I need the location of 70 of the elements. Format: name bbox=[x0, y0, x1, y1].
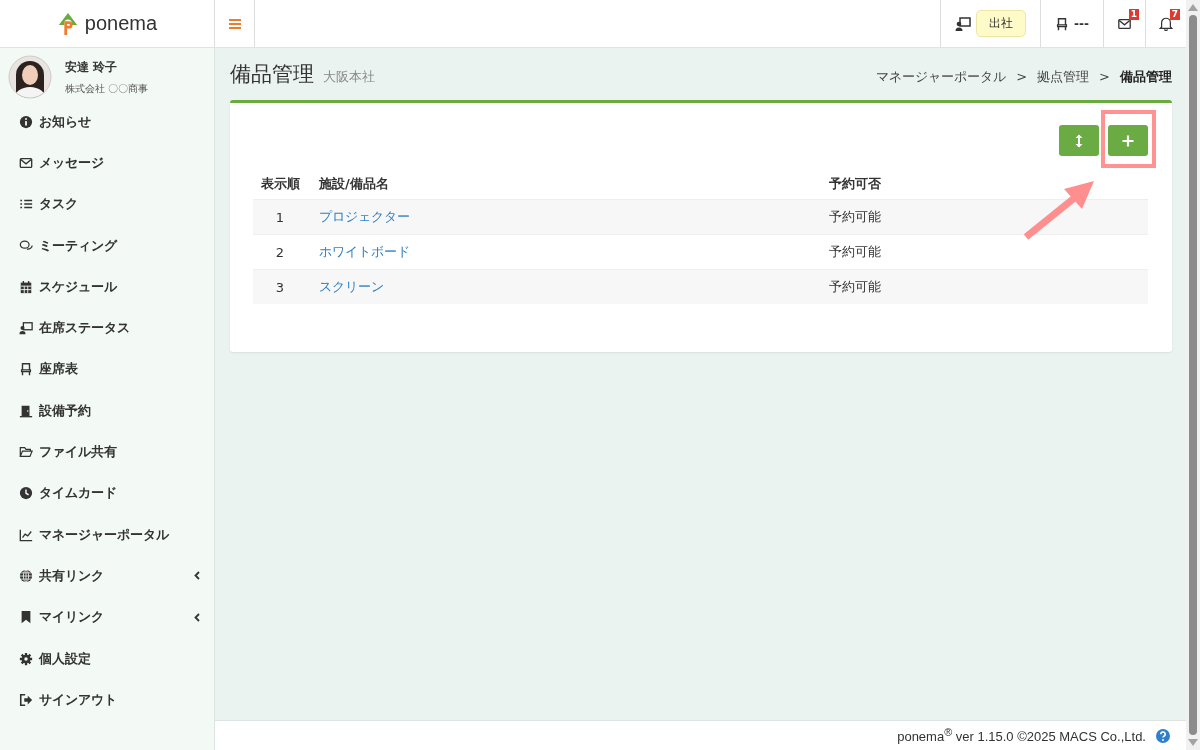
column-header: 予約可否 bbox=[821, 169, 1148, 200]
add-button[interactable] bbox=[1108, 125, 1148, 156]
breadcrumb-separator: > bbox=[1016, 69, 1028, 84]
envelope-icon[interactable] bbox=[1117, 16, 1132, 31]
logo-icon bbox=[56, 11, 79, 36]
scroll-up-icon[interactable] bbox=[1188, 4, 1198, 11]
sidebar-item[interactable]: マイリンク bbox=[0, 596, 214, 638]
attendance-status[interactable]: 出社 bbox=[976, 10, 1027, 37]
sidebar-item[interactable]: スケジュール bbox=[0, 266, 214, 308]
brand-name[interactable]: ponema bbox=[84, 12, 158, 35]
scrollbar[interactable] bbox=[1186, 0, 1200, 750]
user-name: 安達 玲子 bbox=[65, 58, 119, 76]
sidebar-item[interactable]: 個人設定 bbox=[0, 637, 214, 680]
chart-icon bbox=[19, 527, 33, 542]
unread-badge: 1 bbox=[1128, 9, 1139, 20]
copyright-text: ponema$^{®}$ ver 1.15.0 ©2025 MACS Co.,Ltd. bbox=[897, 726, 1146, 745]
person-board-icon bbox=[19, 321, 33, 336]
plus-icon bbox=[1122, 134, 1134, 147]
breadcrumb-link[interactable]: マネージャーポータル bbox=[876, 68, 1007, 86]
sidebar-item[interactable]: ミーティング bbox=[0, 224, 214, 267]
page-subtitle: 大阪本社 bbox=[323, 68, 375, 86]
table-cell: 3 bbox=[253, 269, 311, 304]
chair-icon bbox=[19, 362, 33, 377]
equipment-link[interactable]: プロジェクター bbox=[319, 209, 410, 224]
sort-button[interactable] bbox=[1059, 125, 1099, 156]
scrollbar-thumb[interactable] bbox=[1189, 15, 1197, 735]
globe-icon bbox=[19, 568, 33, 583]
page-title: 備品管理 bbox=[230, 61, 314, 88]
current-page-label: 備品管理 bbox=[1120, 68, 1172, 86]
folder-icon bbox=[19, 445, 33, 459]
sidebar-item[interactable]: タイムカード bbox=[0, 472, 214, 514]
sidebar-item[interactable]: 在席ステータス bbox=[0, 307, 214, 349]
bell-icon[interactable] bbox=[1159, 16, 1173, 31]
table-cell: 予約可能 bbox=[821, 269, 1148, 304]
equipment-link[interactable]: ホワイトボード bbox=[319, 244, 410, 259]
menu-icon bbox=[228, 18, 241, 29]
sidebar-item[interactable]: お知らせ bbox=[0, 101, 214, 143]
breadcrumb-link[interactable]: 拠点管理 bbox=[1037, 68, 1090, 86]
company-name: 株式会社 〇〇商事 bbox=[65, 81, 149, 96]
sign-out-icon bbox=[19, 692, 33, 707]
sidebar-item[interactable]: メッセージ bbox=[0, 142, 214, 184]
person-board-icon bbox=[955, 15, 972, 32]
table-cell: 1 bbox=[253, 199, 311, 235]
breadcrumb-separator: > bbox=[1099, 69, 1110, 84]
settings-icon bbox=[19, 651, 33, 666]
sidebar-item[interactable]: ファイル共有 bbox=[0, 431, 214, 473]
sidebar-item[interactable]: タスク bbox=[0, 183, 214, 225]
door-icon bbox=[19, 403, 33, 418]
envelope-icon bbox=[19, 155, 33, 170]
sort-icon bbox=[1075, 133, 1083, 148]
bookmark-icon bbox=[19, 610, 33, 625]
chat-icon bbox=[19, 238, 33, 253]
calendar-icon bbox=[19, 279, 33, 294]
clock-icon bbox=[19, 486, 33, 501]
sidebar-item[interactable]: 座席表 bbox=[0, 348, 214, 391]
seat-value: --- bbox=[1074, 16, 1089, 31]
table-cell: 予約可能 bbox=[821, 199, 1148, 235]
chair-icon bbox=[1055, 15, 1070, 32]
scroll-down-icon[interactable] bbox=[1188, 739, 1198, 746]
equipment-link[interactable]: スクリーン bbox=[319, 279, 384, 294]
sidebar-item[interactable]: サインアウト bbox=[0, 679, 214, 721]
notification-badge: 7 bbox=[1169, 9, 1180, 20]
sidebar-item[interactable]: 共有リンク bbox=[0, 555, 214, 597]
sidebar-item[interactable]: 設備予約 bbox=[0, 390, 214, 432]
column-header: 表示順 bbox=[253, 169, 311, 200]
help-icon[interactable] bbox=[1156, 728, 1170, 743]
sidebar-item[interactable]: マネージャーポータル bbox=[0, 513, 214, 556]
highlight-frame bbox=[1101, 110, 1156, 168]
column-header: 施設/備品名 bbox=[311, 169, 821, 200]
info-icon bbox=[19, 114, 33, 129]
